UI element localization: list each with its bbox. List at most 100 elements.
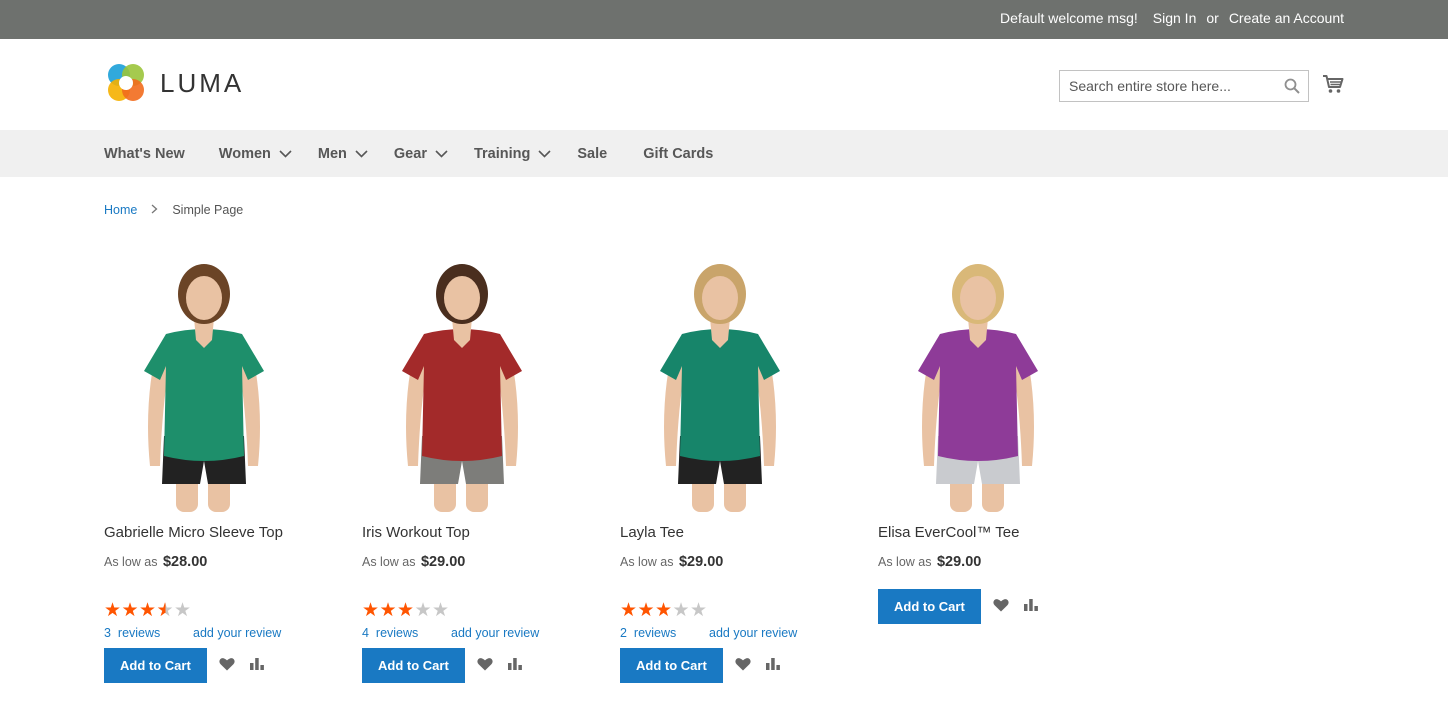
search-box <box>1059 70 1309 102</box>
star-icon: ★ <box>139 600 157 621</box>
chevron-down-icon <box>279 146 292 162</box>
star-icon: ★ <box>432 600 450 621</box>
nav-item-label: Men <box>317 145 347 162</box>
product-price: As low as $29.00 <box>362 554 465 570</box>
reviews-count-link[interactable]: 4 reviews <box>362 626 418 640</box>
wishlist-heart-icon[interactable] <box>993 598 1009 615</box>
product-name[interactable]: Iris Workout Top <box>362 524 470 541</box>
chevron-down-icon <box>435 146 448 162</box>
sign-in-link[interactable]: Sign In <box>1153 10 1197 26</box>
reviews-label: reviews <box>633 626 677 640</box>
nav-item-gift-cards[interactable]: Gift Cards <box>643 146 713 162</box>
price-prefix: As low as <box>620 555 674 569</box>
search-input[interactable] <box>1060 71 1270 101</box>
compare-chart-icon[interactable] <box>765 657 781 674</box>
nav-item-label: What's New <box>104 145 185 162</box>
reviews-links: 4 reviews add your review <box>362 626 539 640</box>
reviews-label: reviews <box>117 626 161 640</box>
luma-logo-icon <box>108 64 144 101</box>
price-prefix: As low as <box>362 555 416 569</box>
add-to-cart-button[interactable]: Add to Cart <box>362 648 465 683</box>
nav-item-gear[interactable]: Gear <box>394 146 448 162</box>
product-actions: Add to Cart <box>362 648 523 683</box>
add-to-cart-button[interactable]: Add to Cart <box>878 589 981 624</box>
add-review-link[interactable]: add your review <box>451 626 539 640</box>
add-to-cart-button[interactable]: Add to Cart <box>104 648 207 683</box>
breadcrumb-home[interactable]: Home <box>104 203 137 217</box>
product-actions: Add to Cart <box>104 648 265 683</box>
product-actions: Add to Cart <box>620 648 781 683</box>
product-card: Gabrielle Micro Sleeve Top As low as $28… <box>104 256 362 696</box>
nav-list: What's New Women Men Gear Training Sale Gift C… <box>104 130 727 177</box>
price-value: $29.00 <box>420 554 466 570</box>
reviews-count: 3 <box>104 626 111 640</box>
rating-stars: ★ ★ ★ ★ ★ <box>362 601 450 620</box>
product-name[interactable]: Elisa EverCool™ Tee <box>878 524 1019 541</box>
star-icon: ★ <box>397 600 415 621</box>
product-name[interactable]: Gabrielle Micro Sleeve Top <box>104 524 283 541</box>
chevron-down-icon <box>538 146 551 162</box>
star-icon: ★ <box>655 600 673 621</box>
nav-item-label: Gift Cards <box>643 145 714 162</box>
star-icon: ★ <box>414 600 432 621</box>
star-icon: ★ <box>379 600 397 621</box>
product-image[interactable] <box>362 256 562 512</box>
reviews-count: 2 <box>620 626 627 640</box>
chevron-right-icon <box>151 203 158 217</box>
price-prefix: As low as <box>104 555 158 569</box>
reviews-count-link[interactable]: 3 reviews <box>104 626 160 640</box>
reviews-count-link[interactable]: 2 reviews <box>620 626 676 640</box>
star-icon: ★ <box>620 600 638 621</box>
rating-stars: ★ ★ ★ ★ ★ <box>104 601 192 620</box>
wishlist-heart-icon[interactable] <box>477 657 493 674</box>
product-price: As low as $29.00 <box>878 554 981 570</box>
compare-chart-icon[interactable] <box>249 657 265 674</box>
nav-item-training[interactable]: Training <box>474 146 551 162</box>
product-card: Elisa EverCool™ Tee As low as $29.00 Add… <box>878 256 1136 696</box>
logo[interactable]: LUMA <box>104 61 244 105</box>
add-review-link[interactable]: add your review <box>193 626 281 640</box>
star-icon: ★ <box>121 600 139 621</box>
header-links: Default welcome msg! Sign In or Create a… <box>1000 10 1344 26</box>
nav-item-women[interactable]: Women <box>219 146 292 162</box>
reviews-links: 3 reviews add your review <box>104 626 281 640</box>
nav-item-men[interactable]: Men <box>318 146 368 162</box>
product-image[interactable] <box>620 256 820 512</box>
nav-item-what-s-new[interactable]: What's New <box>104 146 185 162</box>
header: LUMA <box>0 39 1448 130</box>
wishlist-heart-icon[interactable] <box>735 657 751 674</box>
wishlist-heart-icon[interactable] <box>219 657 235 674</box>
price-value: $28.00 <box>162 554 208 570</box>
product-price: As low as $29.00 <box>620 554 723 570</box>
star-icon: ★ <box>174 600 192 621</box>
product-image[interactable] <box>878 256 1078 512</box>
product-name[interactable]: Layla Tee <box>620 524 684 541</box>
reviews-count: 4 <box>362 626 369 640</box>
product-card: Iris Workout Top As low as $29.00 ★ ★ ★ ★ ★ … <box>362 256 620 696</box>
nav-item-label: Training <box>473 145 531 162</box>
welcome-message: Default welcome msg! <box>1000 10 1138 26</box>
or-text: or <box>1206 10 1219 26</box>
cart-icon[interactable] <box>1322 73 1344 98</box>
logo-text: LUMA <box>160 67 245 98</box>
chevron-down-icon <box>355 146 368 162</box>
star-icon: ★ <box>104 600 122 621</box>
compare-chart-icon[interactable] <box>1023 598 1039 615</box>
nav-item-label: Gear <box>393 145 427 162</box>
star-icon: ★ <box>637 600 655 621</box>
star-icon: ★ <box>156 600 174 621</box>
product-grid: Gabrielle Micro Sleeve Top As low as $28… <box>104 256 1136 696</box>
compare-chart-icon[interactable] <box>507 657 523 674</box>
create-account-link[interactable]: Create an Account <box>1229 10 1344 26</box>
add-to-cart-button[interactable]: Add to Cart <box>620 648 723 683</box>
search-icon[interactable] <box>1284 78 1300 97</box>
nav-item-label: Women <box>218 145 271 162</box>
product-image[interactable] <box>104 256 304 512</box>
nav-item-sale[interactable]: Sale <box>577 146 607 162</box>
product-price: As low as $28.00 <box>104 554 207 570</box>
nav-item-label: Sale <box>577 145 608 162</box>
price-value: $29.00 <box>678 554 724 570</box>
star-icon: ★ <box>362 600 380 621</box>
product-card: Layla Tee As low as $29.00 ★ ★ ★ ★ ★ 2 revie… <box>620 256 878 696</box>
add-review-link[interactable]: add your review <box>709 626 797 640</box>
